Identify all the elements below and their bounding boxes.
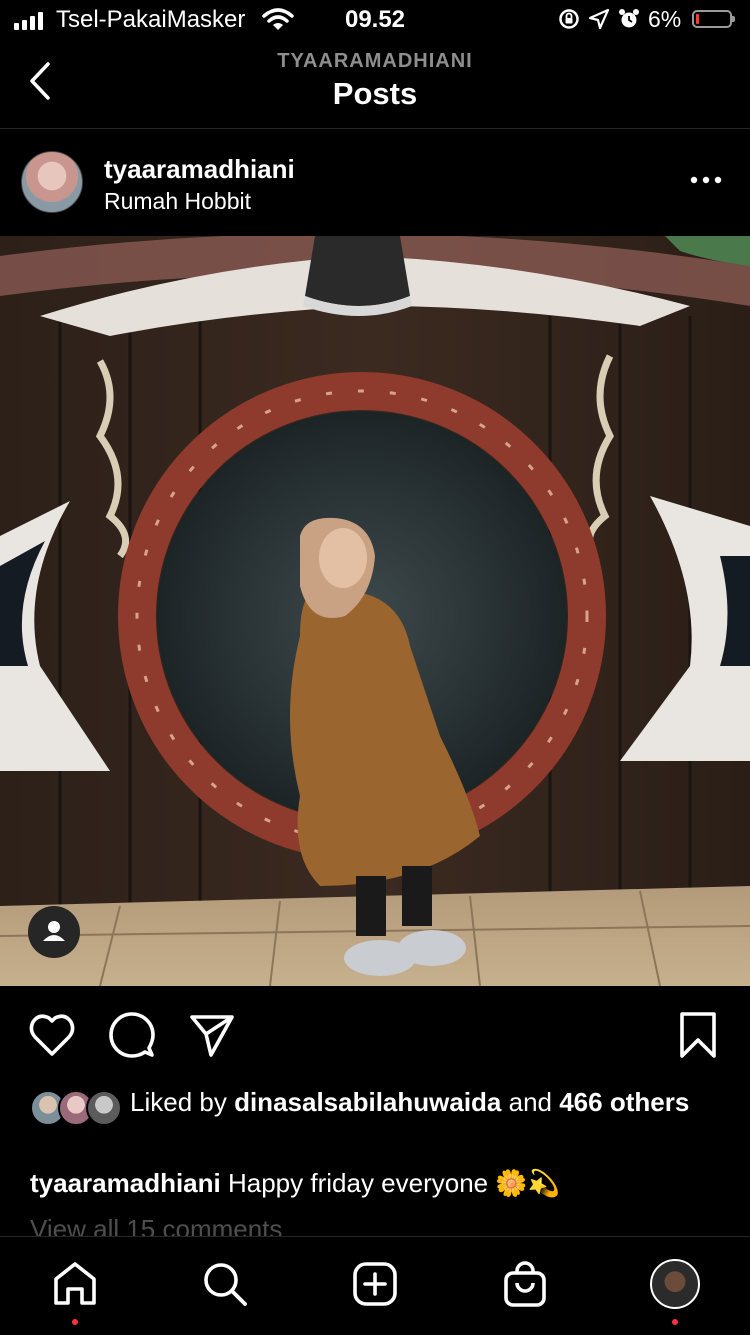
tagged-people-button[interactable] — [28, 906, 80, 958]
more-horizontal-icon[interactable] — [690, 168, 722, 192]
likes-conjunction: and — [501, 1087, 560, 1117]
liker-avatars — [30, 1090, 122, 1126]
home-icon[interactable] — [50, 1259, 100, 1309]
home-notification-dot — [72, 1319, 78, 1325]
heart-icon[interactable] — [27, 1010, 77, 1060]
plus-square-icon[interactable] — [350, 1259, 400, 1309]
send-icon[interactable] — [187, 1010, 237, 1060]
liker-avatar — [86, 1090, 122, 1126]
profile-notification-dot — [672, 1319, 678, 1325]
hobbit-house-photo — [0, 236, 750, 986]
shopping-bag-icon[interactable] — [500, 1259, 550, 1309]
rotation-lock-icon — [559, 9, 579, 29]
post-header: tyaaramadhiani Rumah Hobbit — [0, 130, 750, 234]
comment-icon[interactable] — [107, 1010, 157, 1060]
post-actions — [0, 1002, 750, 1072]
post-location[interactable]: Rumah Hobbit — [104, 188, 251, 215]
battery-percentage: 6% — [648, 6, 682, 32]
post-photo[interactable] — [0, 236, 750, 986]
likes-prefix: Liked by — [130, 1087, 235, 1117]
alarm-icon — [619, 9, 639, 28]
profile-tab-avatar[interactable] — [650, 1259, 700, 1309]
location-arrow-icon — [588, 8, 610, 30]
likes-text: Liked by dinasalsabilahuwaida and 466 ot… — [130, 1086, 720, 1118]
likes-count[interactable]: 466 — [559, 1087, 602, 1117]
post-caption: tyaaramadhiani Happy friday everyone 🌼💫 — [30, 1168, 560, 1199]
navigation-bar: TYAARAMADHIANI Posts — [0, 42, 750, 129]
bottom-tab-bar — [0, 1236, 750, 1335]
search-icon[interactable] — [200, 1259, 250, 1309]
user-tag-icon — [43, 921, 65, 941]
battery-icon — [692, 10, 735, 28]
likes-summary[interactable]: Liked by dinasalsabilahuwaida and 466 ot… — [30, 1086, 720, 1126]
bookmark-icon[interactable] — [673, 1010, 723, 1060]
caption-text: Happy friday everyone 🌼💫 — [227, 1168, 561, 1198]
page-title: Posts — [332, 76, 418, 111]
liker-username[interactable]: dinasalsabilahuwaida — [234, 1087, 501, 1117]
status-bar: Tsel-PakaiMasker 09.52 6% — [0, 0, 750, 42]
likes-others[interactable]: others — [610, 1087, 689, 1117]
avatar[interactable] — [21, 151, 83, 213]
profile-username-subtitle: TYAARAMADHIANI — [277, 50, 473, 72]
caption-username[interactable]: tyaaramadhiani — [30, 1168, 221, 1198]
post-username[interactable]: tyaaramadhiani — [104, 154, 295, 185]
